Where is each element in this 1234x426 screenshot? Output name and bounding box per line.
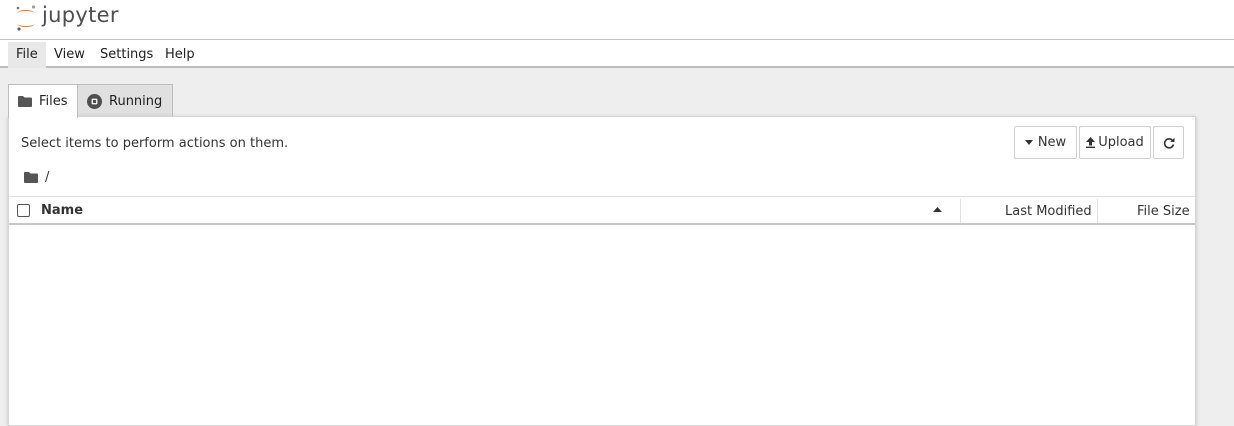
file-browser-panel: Select items to perform actions on them.… — [8, 116, 1196, 426]
app-header: jupyter — [0, 0, 1234, 40]
tab-running-label: Running — [109, 93, 163, 109]
folder-icon — [18, 96, 32, 107]
breadcrumb: / — [24, 170, 49, 185]
menu-help[interactable]: Help — [157, 42, 203, 68]
selection-hint: Select items to perform actions on them. — [21, 136, 289, 151]
caret-down-icon — [1024, 140, 1033, 145]
upload-icon — [1086, 137, 1096, 148]
new-button[interactable]: New — [1014, 126, 1077, 159]
column-divider — [960, 199, 961, 223]
refresh-icon — [1163, 137, 1174, 149]
sort-ascending-icon[interactable] — [933, 207, 942, 212]
column-name-header[interactable]: Name — [41, 203, 83, 218]
column-last-modified-header[interactable]: Last Modified — [1005, 204, 1092, 219]
tab-running[interactable]: Running — [77, 84, 173, 117]
jupyter-logo-icon[interactable] — [14, 4, 38, 32]
app-title[interactable]: jupyter — [42, 3, 119, 27]
tab-files[interactable]: Files — [8, 84, 78, 118]
menu-bar: File View Settings Help — [0, 40, 1234, 68]
menu-file[interactable]: File — [8, 42, 46, 68]
upload-button[interactable]: Upload — [1079, 126, 1151, 159]
select-all-checkbox[interactable] — [17, 204, 30, 217]
menu-settings[interactable]: Settings — [92, 42, 161, 68]
tab-files-label: Files — [39, 94, 68, 109]
breadcrumb-path[interactable]: / — [45, 170, 49, 185]
menu-view[interactable]: View — [46, 42, 93, 68]
folder-icon[interactable] — [24, 172, 38, 183]
refresh-button[interactable] — [1153, 126, 1184, 159]
upload-button-label: Upload — [1098, 135, 1144, 150]
column-divider — [1097, 199, 1098, 223]
new-button-label: New — [1037, 135, 1067, 150]
column-file-size-header[interactable]: File Size — [1137, 204, 1190, 219]
file-list-header: Name Last Modified File Size — [9, 196, 1195, 225]
stop-circle-icon — [87, 93, 102, 109]
